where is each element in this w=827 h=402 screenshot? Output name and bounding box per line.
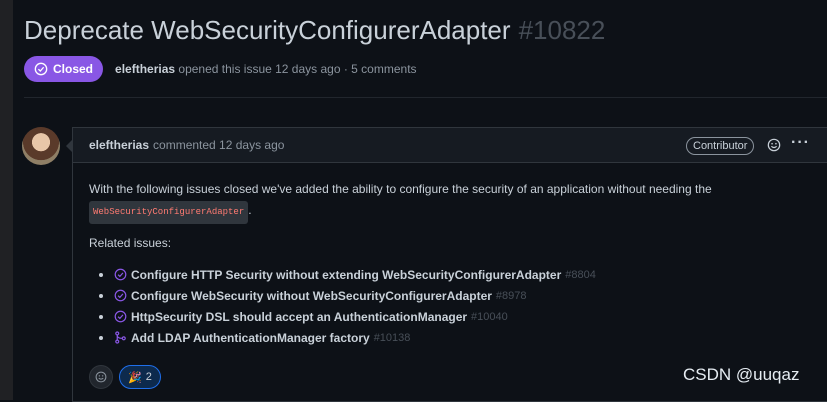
contributor-badge: Contributor [686, 137, 755, 155]
comment-action[interactable]: commented 12 days ago [153, 138, 284, 152]
issue-number: #10822 [518, 15, 606, 45]
smiley-icon [95, 371, 107, 383]
header-divider [24, 97, 827, 98]
bullet [99, 314, 103, 319]
bullet [99, 335, 103, 340]
related-issue-link[interactable]: Add LDAP AuthenticationManager factory [131, 331, 370, 345]
code-snippet: WebSecurityConfigurerAdapter [89, 201, 249, 224]
reaction-hooray-button[interactable]: 🎉 2 [119, 365, 161, 389]
related-issue-link[interactable]: Configure WebSecurity without WebSecurit… [131, 289, 492, 303]
closed-issue-icon [113, 268, 127, 282]
related-issue-number[interactable]: #8804 [565, 269, 596, 281]
related-issue-link[interactable]: HttpSecurity DSL should accept an Authen… [131, 310, 467, 324]
reactions-bar: 🎉 2 [89, 365, 161, 389]
bullet [99, 293, 103, 298]
issue-meta-suffix: opened this issue 12 days ago · 5 commen… [178, 62, 417, 76]
left-strip [0, 0, 13, 400]
add-reaction-button[interactable] [89, 365, 113, 389]
comment-box: eleftherias commented 12 days ago Contri… [72, 127, 827, 402]
list-item: Configure WebSecurity without WebSecurit… [89, 285, 812, 306]
watermark: CSDN @uuqaz [683, 365, 800, 384]
related-issues-list: Configure HTTP Security without extendin… [89, 264, 812, 348]
merged-pr-icon [113, 331, 127, 345]
party-popper-icon: 🎉 [128, 371, 142, 384]
comment-text-end: . [248, 203, 252, 217]
avatar[interactable] [22, 127, 60, 165]
related-issue-link[interactable]: Configure HTTP Security without extendin… [131, 268, 561, 282]
related-issue-number[interactable]: #10138 [374, 332, 411, 344]
status-label: Closed [53, 62, 94, 76]
comment-paragraph: With the following issues closed we've a… [89, 179, 812, 224]
closed-issue-icon [113, 310, 127, 324]
issue-author-link[interactable]: eleftherias [115, 62, 175, 76]
closed-issue-icon [113, 289, 127, 303]
issue-title-text: Deprecate WebSecurityConfigurerAdapter [24, 15, 511, 45]
related-label: Related issues: [89, 236, 172, 250]
list-item: Add LDAP AuthenticationManager factory #… [89, 327, 812, 348]
list-item: Configure HTTP Security without extendin… [89, 264, 812, 285]
smiley-icon[interactable] [767, 138, 781, 152]
comment-author-link[interactable]: eleftherias [89, 138, 149, 152]
bullet [99, 272, 103, 277]
issue-header: Deprecate WebSecurityConfigurerAdapter #1… [24, 14, 827, 46]
check-circle-icon [34, 62, 48, 76]
comment-header: eleftherias commented 12 days ago Contri… [73, 128, 827, 163]
status-badge: Closed [24, 56, 104, 82]
issue-title: Deprecate WebSecurityConfigurerAdapter #1… [24, 14, 827, 46]
list-item: HttpSecurity DSL should accept an Authen… [89, 306, 812, 327]
related-issue-number[interactable]: #8978 [496, 290, 527, 302]
issue-meta: Closed eleftherias opened this issue 12 … [24, 56, 417, 82]
related-issue-number[interactable]: #10040 [471, 311, 508, 323]
issue-meta-text: eleftherias opened this issue 12 days ag… [115, 62, 417, 76]
reaction-count: 2 [145, 371, 152, 383]
comment-text: With the following issues closed we've a… [89, 182, 712, 196]
comment-body: With the following issues closed we've a… [73, 163, 827, 348]
more-options-button[interactable]: ··· [791, 134, 810, 152]
